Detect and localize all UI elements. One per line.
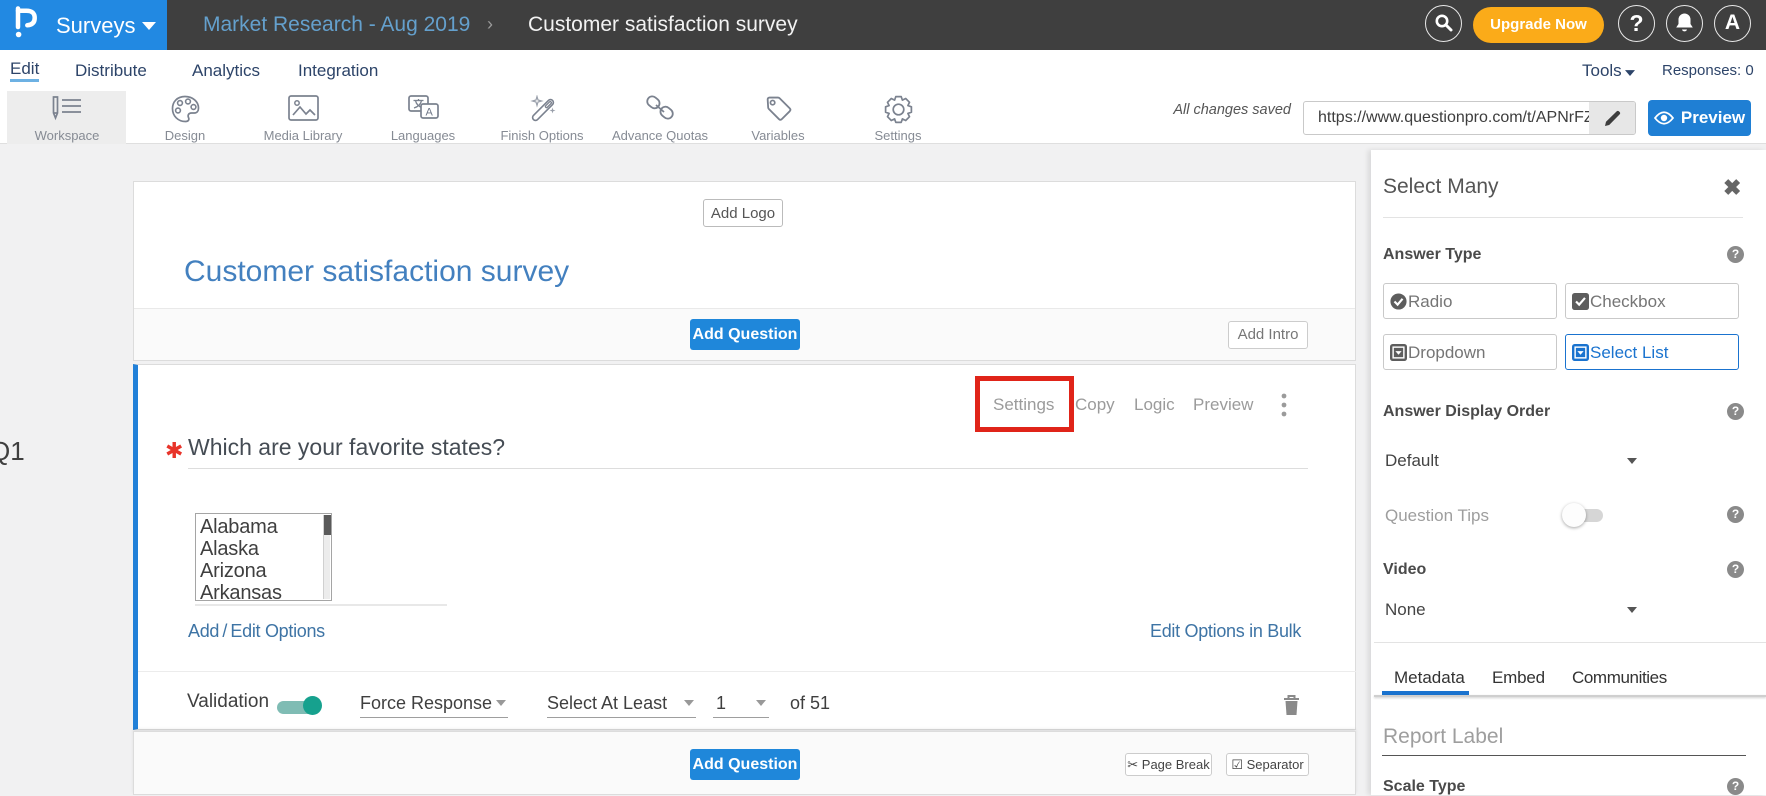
svg-text:A: A (426, 107, 434, 119)
